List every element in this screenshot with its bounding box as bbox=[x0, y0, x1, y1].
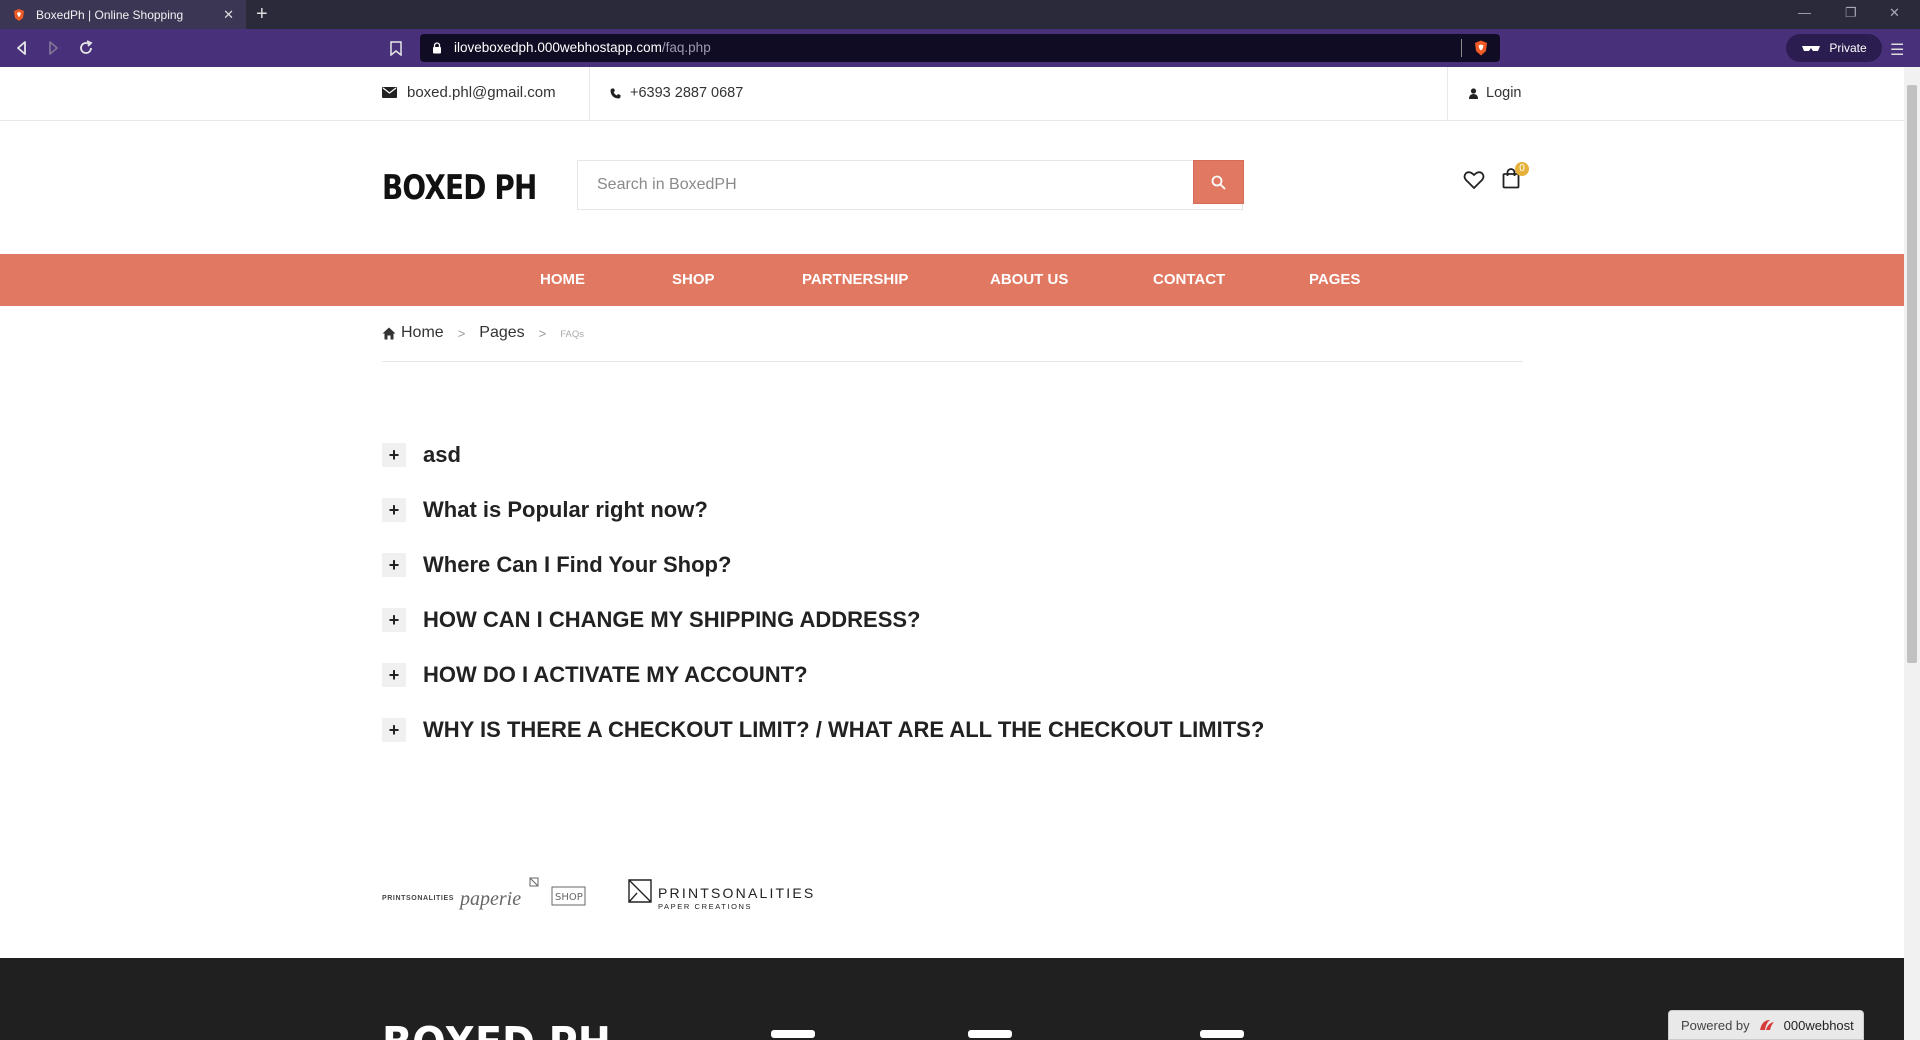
logo1-script-text: paperie bbox=[458, 888, 521, 910]
page-scrollbar[interactable] bbox=[1904, 67, 1920, 1040]
login-text: Login bbox=[1486, 85, 1522, 101]
faq-item[interactable]: + HOW CAN I CHANGE MY SHIPPING ADDRESS? bbox=[382, 607, 1523, 662]
contact-topbar: boxed.phl@gmail.com +6393 2887 0687 Logi… bbox=[0, 67, 1904, 121]
url-text: iloveboxedph.000webhostapp.com/faq.php bbox=[454, 40, 711, 55]
nav-home[interactable]: HOME bbox=[540, 271, 585, 288]
main-navigation: HOME SHOP PARTNERSHIP ABOUT US CONTACT P… bbox=[0, 254, 1904, 306]
footer-heading bbox=[771, 1030, 815, 1038]
powered-by-prefix: Powered by bbox=[1681, 1017, 1750, 1033]
private-window-badge[interactable]: Private bbox=[1786, 34, 1882, 62]
email-contact[interactable]: boxed.phl@gmail.com bbox=[382, 84, 556, 101]
plus-icon[interactable]: + bbox=[382, 608, 406, 632]
logo2-sub-text: PAPER CREATIONS bbox=[658, 902, 752, 911]
powered-by-badge[interactable]: Powered by 000webhost bbox=[1668, 1010, 1864, 1040]
faq-question[interactable]: HOW CAN I CHANGE MY SHIPPING ADDRESS? bbox=[423, 607, 920, 633]
faq-question[interactable]: WHY IS THERE A CHECKOUT LIMIT? / WHAT AR… bbox=[423, 717, 1264, 743]
reload-icon[interactable] bbox=[76, 38, 96, 58]
plus-icon[interactable]: + bbox=[382, 553, 406, 577]
faq-question[interactable]: What is Popular right now? bbox=[423, 497, 708, 523]
phone-text: +6393 2887 0687 bbox=[630, 85, 744, 101]
footer-heading bbox=[968, 1030, 1012, 1038]
url-separator bbox=[1461, 39, 1462, 57]
nav-about-us[interactable]: ABOUT US bbox=[990, 271, 1068, 288]
nav-partnership[interactable]: PARTNERSHIP bbox=[802, 271, 908, 288]
email-text: boxed.phl@gmail.com bbox=[407, 84, 556, 101]
footer-heading bbox=[1200, 1030, 1244, 1038]
logo2-name-text: PRINTSONALITIES bbox=[658, 885, 815, 901]
cart-button[interactable]: 0 bbox=[1502, 162, 1529, 194]
user-icon bbox=[1469, 87, 1478, 99]
plus-icon[interactable]: + bbox=[382, 443, 406, 467]
chevron-right-icon: > bbox=[538, 326, 547, 341]
private-label: Private bbox=[1829, 41, 1867, 55]
faq-item[interactable]: + WHY IS THERE A CHECKOUT LIMIT? / WHAT … bbox=[382, 717, 1523, 772]
000webhost-logo-icon bbox=[1759, 1020, 1774, 1030]
topbar-divider bbox=[589, 67, 590, 121]
search-box bbox=[577, 160, 1244, 210]
address-bar[interactable]: iloveboxedph.000webhostapp.com/faq.php bbox=[420, 34, 1500, 62]
faq-question[interactable]: asd bbox=[423, 442, 461, 468]
back-icon[interactable] bbox=[12, 38, 32, 58]
faq-item[interactable]: + HOW DO I ACTIVATE MY ACCOUNT? bbox=[382, 662, 1523, 717]
browser-tab[interactable]: BoxedPh | Online Shopping ✕ bbox=[0, 0, 246, 29]
plus-icon[interactable]: + bbox=[382, 718, 406, 742]
plus-icon[interactable]: + bbox=[382, 498, 406, 522]
logo1-tag-text: SHOP bbox=[555, 892, 583, 903]
site-footer: BOXED PH bbox=[0, 958, 1904, 1040]
login-link[interactable]: Login bbox=[1469, 85, 1521, 101]
search-input[interactable] bbox=[578, 161, 1193, 209]
breadcrumb-current: FAQs bbox=[560, 329, 585, 340]
browser-menu-icon[interactable]: ☰ bbox=[1890, 40, 1904, 60]
nav-pages[interactable]: PAGES bbox=[1309, 271, 1360, 288]
topbar-divider bbox=[1447, 67, 1448, 121]
logo1-small-text: PRINTSONALITIES bbox=[382, 895, 454, 902]
close-window-icon[interactable]: ✕ bbox=[1889, 5, 1900, 21]
breadcrumb-home[interactable]: Home bbox=[382, 324, 444, 342]
restore-icon[interactable]: ❐ bbox=[1845, 5, 1857, 21]
forward-icon[interactable] bbox=[43, 38, 63, 58]
powered-by-brand: 000webhost bbox=[1783, 1017, 1854, 1033]
private-glasses-icon bbox=[1802, 46, 1821, 51]
lock-icon bbox=[433, 42, 441, 54]
new-tab-icon[interactable]: + bbox=[256, 3, 268, 26]
browser-toolbar: iloveboxedph.000webhostapp.com/faq.php P… bbox=[0, 29, 1920, 67]
page-viewport: boxed.phl@gmail.com +6393 2887 0687 Logi… bbox=[0, 67, 1920, 1040]
minimize-icon[interactable]: — bbox=[1798, 5, 1811, 20]
phone-icon bbox=[610, 88, 621, 98]
chevron-right-icon: > bbox=[457, 326, 466, 341]
faq-question[interactable]: Where Can I Find Your Shop? bbox=[423, 552, 731, 578]
bookmark-icon[interactable] bbox=[390, 41, 402, 56]
faq-item[interactable]: + What is Popular right now? bbox=[382, 497, 1523, 552]
breadcrumb: Home > Pages > FAQs bbox=[382, 324, 1523, 362]
breadcrumb-home-label: Home bbox=[401, 324, 444, 341]
cart-count-badge: 0 bbox=[1515, 162, 1529, 176]
faq-question[interactable]: HOW DO I ACTIVATE MY ACCOUNT? bbox=[423, 662, 808, 688]
site-logo[interactable]: BOXED PH bbox=[382, 168, 537, 208]
tab-title: BoxedPh | Online Shopping bbox=[36, 7, 184, 22]
home-icon bbox=[382, 327, 396, 339]
close-tab-icon[interactable]: ✕ bbox=[223, 7, 234, 23]
nav-shop[interactable]: SHOP bbox=[672, 271, 715, 288]
brave-shields-icon[interactable] bbox=[1472, 39, 1490, 57]
plus-icon[interactable]: + bbox=[382, 663, 406, 687]
faq-item[interactable]: + Where Can I Find Your Shop? bbox=[382, 552, 1523, 607]
search-icon bbox=[1211, 175, 1226, 189]
envelope-icon bbox=[382, 87, 397, 98]
nav-contact[interactable]: CONTACT bbox=[1153, 271, 1225, 288]
faq-item[interactable]: + asd bbox=[382, 442, 1523, 497]
wishlist-heart-icon[interactable] bbox=[1463, 170, 1485, 190]
search-button[interactable] bbox=[1193, 160, 1244, 204]
browser-tab-bar: BoxedPh | Online Shopping ✕ + — ❐ ✕ bbox=[0, 0, 1920, 29]
breadcrumb-pages[interactable]: Pages bbox=[479, 324, 524, 342]
printsonalities-paperie-logo[interactable]: PRINTSONALITIES paperie SHOP bbox=[382, 867, 602, 917]
faq-list: + asd + What is Popular right now? + Whe… bbox=[382, 442, 1523, 772]
footer-logo: BOXED PH bbox=[382, 1018, 611, 1040]
brave-favicon-icon bbox=[14, 8, 24, 21]
printsonalities-paper-creations-logo[interactable]: PRINTSONALITIES PAPER CREATIONS bbox=[627, 867, 827, 917]
scrollbar-thumb[interactable] bbox=[1907, 85, 1917, 663]
phone-contact[interactable]: +6393 2887 0687 bbox=[610, 85, 743, 101]
